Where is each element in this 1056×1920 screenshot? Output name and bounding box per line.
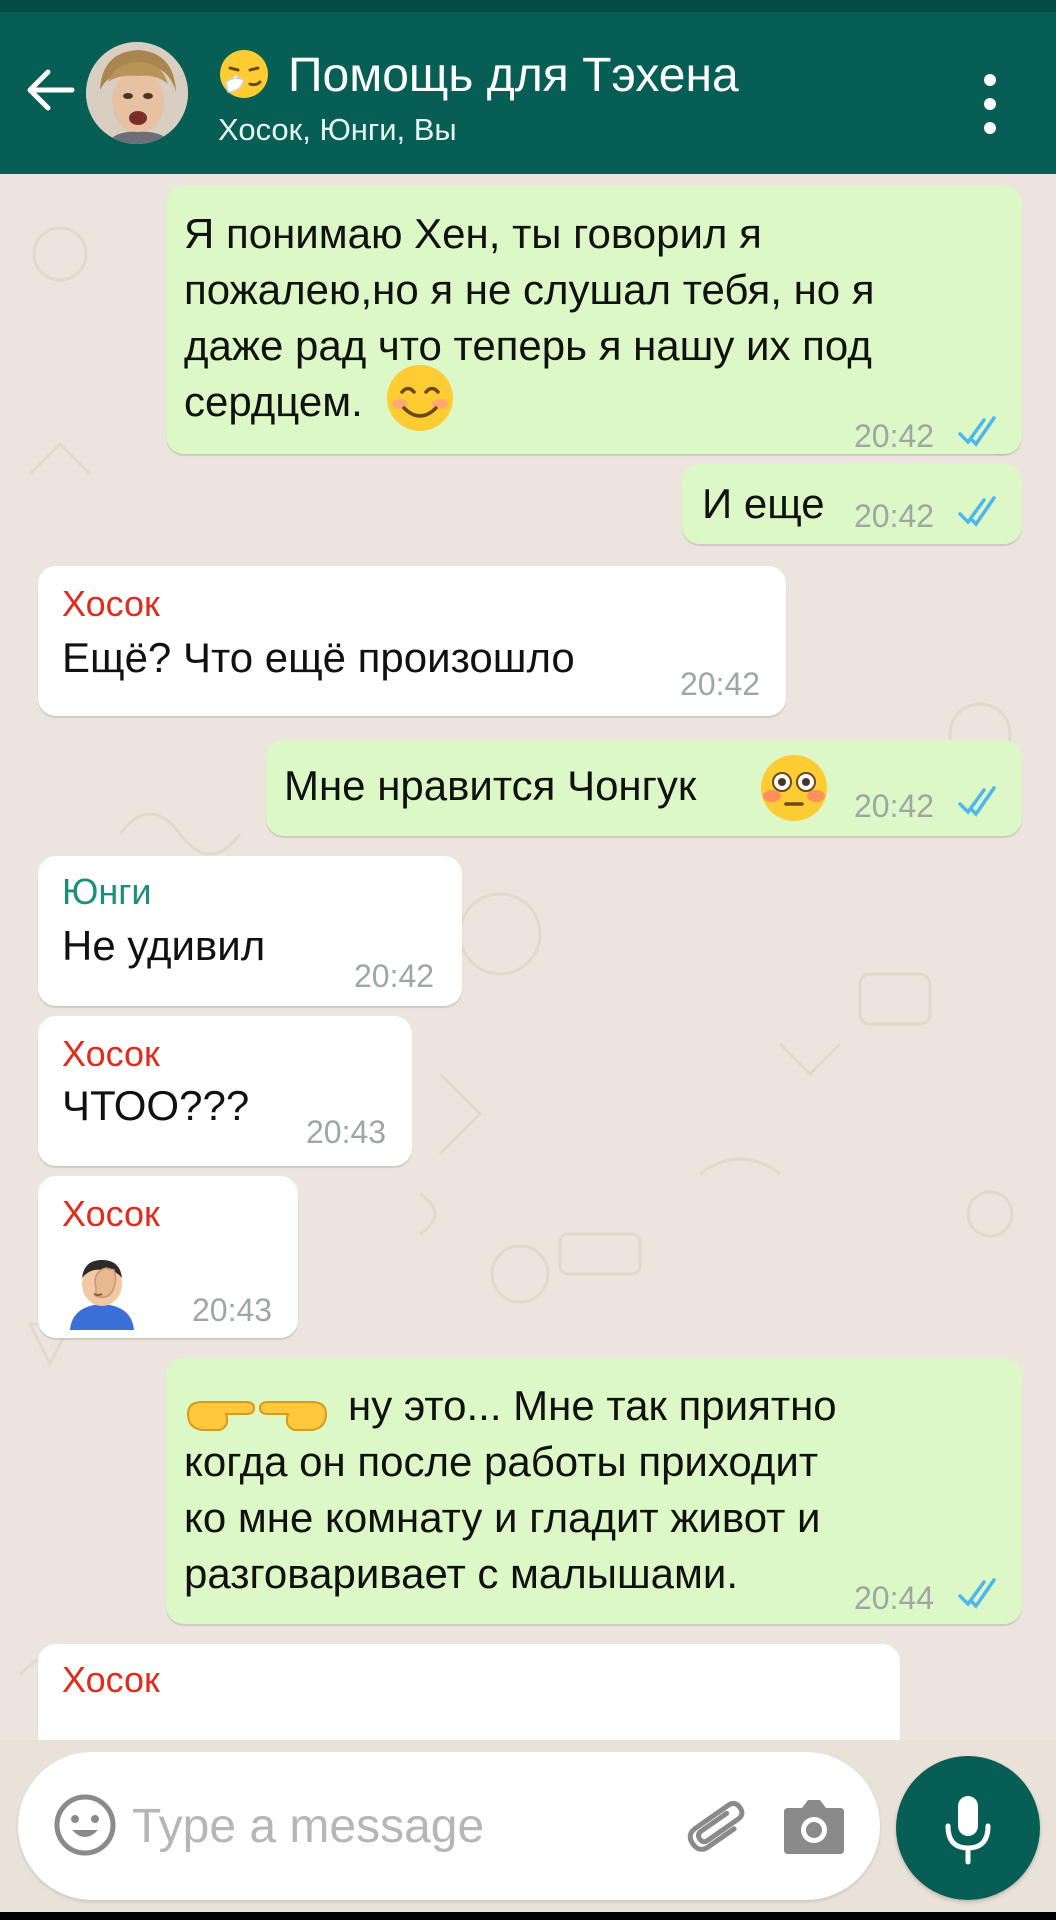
smiling-face-icon (387, 365, 453, 431)
navigation-bar-edge (0, 1912, 1056, 1920)
sender-name: Хосок (62, 583, 160, 624)
message-text: Не удивил (62, 922, 266, 969)
message-text: И еще (702, 480, 825, 527)
message-bubble-incoming[interactable]: Хосок 20:43 (38, 1176, 298, 1338)
flushed-face-icon (761, 755, 827, 821)
smiley-icon[interactable] (52, 1792, 118, 1858)
message-time: 20:42 (680, 666, 761, 702)
read-ticks-icon (958, 496, 996, 527)
more-vertical-icon[interactable] (970, 64, 1010, 144)
microphone-icon (945, 1796, 991, 1865)
message-text: ЧТОО??? (62, 1082, 250, 1129)
message-bubble-incoming[interactable]: Хосок Ещё? Что ещё произошло 20:42 (38, 566, 786, 716)
message-bubble-outgoing[interactable]: ну это... Мне так приятно когда он после… (166, 1358, 1022, 1624)
message-time: 20:42 (854, 788, 935, 824)
chat-participants[interactable]: Хосок, Юнги, Вы (218, 110, 457, 150)
message-time: 20:42 (854, 418, 935, 454)
message-input[interactable] (132, 1788, 672, 1864)
sender-name: Хосок (62, 1659, 160, 1700)
message-text: Я понимаю Хен, ты говорил я пожалею,но я… (184, 210, 875, 425)
message-bubble-outgoing[interactable]: И еще 20:42 (682, 464, 1022, 544)
message-bubble-incoming[interactable]: Юнги Не удивил 20:42 (38, 856, 462, 1006)
message-bubble-incoming[interactable]: Хосок ЧТОО??? 20:43 (38, 1016, 412, 1166)
chat-header: Помощь для Тэхена Хосок, Юнги, Вы (0, 12, 1056, 174)
message-bubble-outgoing[interactable]: Мне нравится Чонгук 20:42 (266, 740, 1022, 836)
sneezing-face-icon (220, 50, 268, 98)
paperclip-icon[interactable] (682, 1792, 754, 1864)
camera-icon[interactable] (782, 1796, 846, 1856)
message-bubble-outgoing[interactable]: Я понимаю Хен, ты говорил я пожалею,но я… (166, 186, 1022, 454)
sender-name: Юнги (62, 871, 152, 912)
message-time: 20:42 (354, 958, 435, 994)
read-ticks-icon (958, 786, 996, 817)
group-avatar[interactable] (86, 42, 188, 144)
voice-record-button[interactable] (896, 1756, 1040, 1900)
chat-title[interactable]: Помощь для Тэхена (288, 46, 739, 106)
message-bubble-incoming[interactable]: Хосок (38, 1644, 900, 1740)
message-time: 20:43 (306, 1114, 387, 1150)
message-text: Мне нравится Чонгук (284, 762, 697, 809)
sender-name: Хосок (62, 1193, 160, 1234)
read-ticks-icon (958, 1578, 996, 1609)
avatar-image (86, 42, 188, 144)
sender-name: Хосок (62, 1033, 160, 1074)
message-text: Ещё? Что ещё произошло (62, 634, 575, 681)
man-facepalming-icon (70, 1260, 134, 1330)
message-text: ну это... Мне так приятно когда он после… (184, 1382, 837, 1597)
read-ticks-icon (958, 416, 996, 447)
status-bar (0, 0, 1056, 12)
message-time: 20:42 (854, 498, 935, 534)
message-time: 20:43 (192, 1292, 273, 1328)
message-composer (18, 1752, 880, 1900)
back-arrow-icon[interactable] (22, 62, 78, 118)
message-list[interactable]: Я понимаю Хен, ты говорил я пожалею,но я… (0, 174, 1056, 1740)
message-time: 20:44 (854, 1580, 935, 1616)
